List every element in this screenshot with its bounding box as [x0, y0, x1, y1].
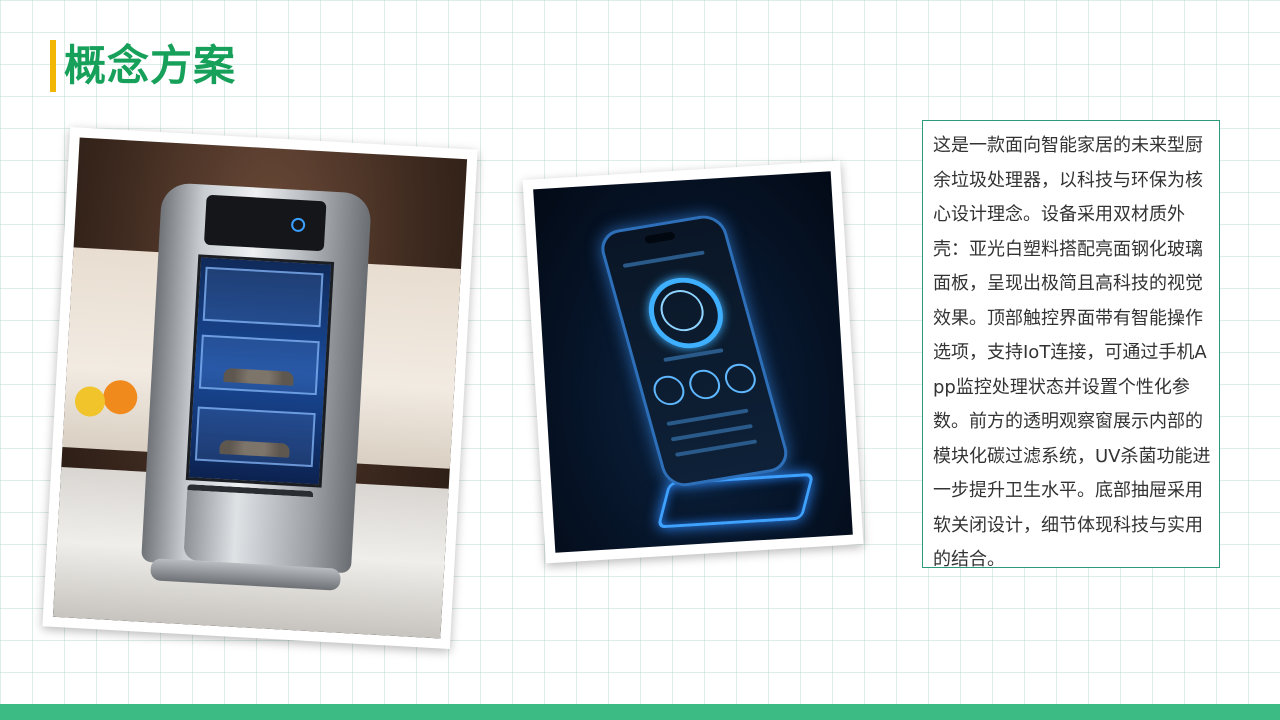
bottom-drawer [183, 484, 314, 568]
description-text: 这是一款面向智能家居的未来型厨余垃圾处理器，以科技与环保为核心设计理念。设备采用… [933, 135, 1211, 570]
waste-processor-device [141, 182, 373, 591]
app-list-line [674, 439, 758, 457]
bottom-accent-bar [0, 704, 1280, 720]
page-title: 概念方案 [64, 41, 237, 90]
app-header-line [622, 250, 705, 268]
waste-residue [223, 367, 294, 386]
phone-app-image [533, 171, 853, 553]
title-accent-bar [50, 40, 56, 92]
module-tray [194, 406, 316, 468]
app-list-line [666, 408, 749, 426]
gauge-icon [721, 361, 760, 396]
waste-residue [219, 439, 290, 458]
module-tray [198, 334, 320, 396]
product-photo-app [522, 160, 864, 564]
app-info-line [663, 348, 724, 362]
smartphone [596, 212, 793, 490]
kitchen-scene-image [52, 137, 468, 639]
gauge-icon [650, 373, 688, 408]
panel-indicator-icon [290, 217, 306, 233]
product-photo-processor [42, 127, 478, 649]
touch-panel [203, 194, 327, 252]
module-tray [202, 266, 324, 328]
description-box: 这是一款面向智能家居的未来型厨余垃圾处理器，以科技与环保为核心设计理念。设备采用… [922, 120, 1220, 570]
phone-notch [643, 231, 676, 245]
gauge-icon [685, 367, 724, 402]
app-list-line [670, 423, 754, 442]
